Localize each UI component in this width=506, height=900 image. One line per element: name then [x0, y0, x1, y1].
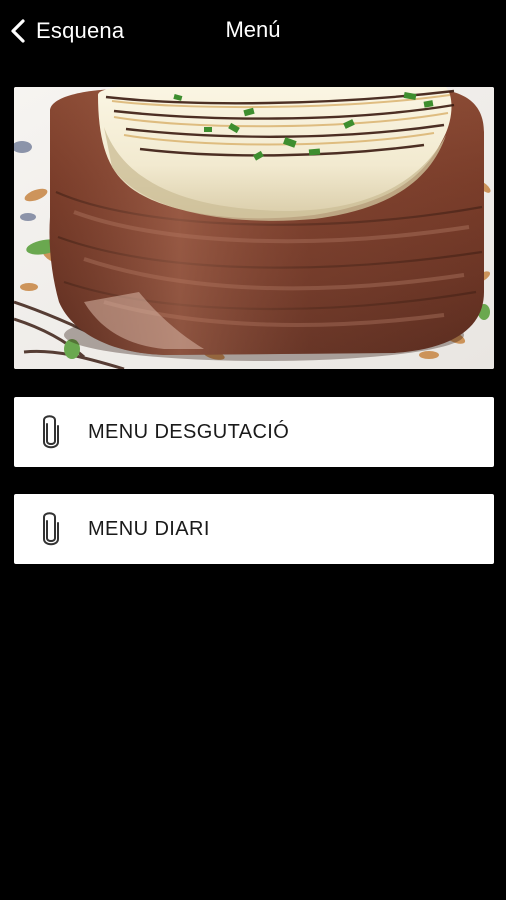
menu-item-diari[interactable]: MENU DIARI	[14, 494, 494, 564]
page-title: Menú	[225, 17, 281, 42]
menu-item-label: MENU DIARI	[88, 517, 210, 540]
paperclip-icon	[43, 415, 59, 449]
menu-item-desgutacio[interactable]: MENU DESGUTACIÓ	[14, 397, 494, 467]
menu-item-label: MENU DESGUTACIÓ	[88, 420, 290, 443]
paperclip-icon	[43, 512, 59, 546]
dish-illustration	[14, 87, 494, 369]
navigation-bar: Esquena Menú	[0, 0, 506, 62]
hero-food-photo	[14, 87, 494, 369]
